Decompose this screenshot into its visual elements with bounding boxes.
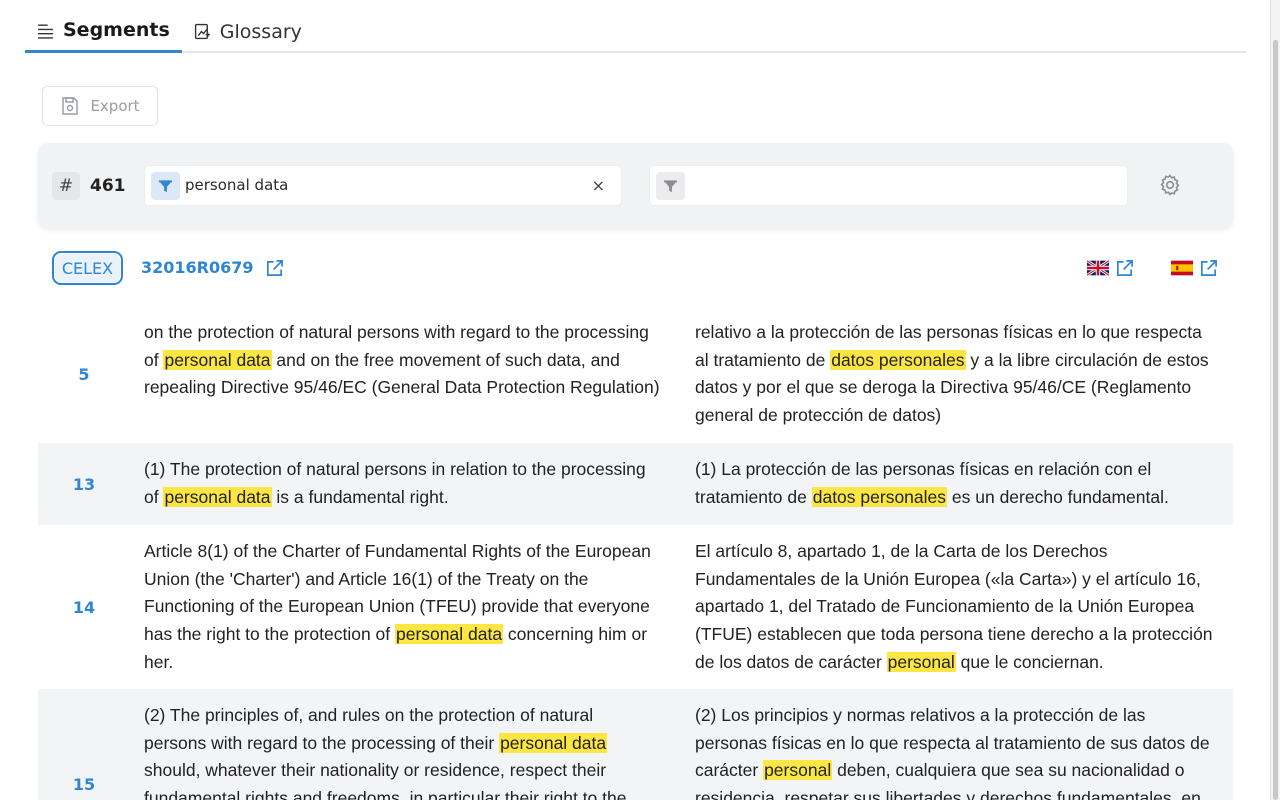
source-text: Article 8(1) of the Charter of Fundament…	[144, 538, 674, 677]
search-highlight: datos personales	[830, 349, 966, 370]
text-line: relativo a la protección de las personas…	[695, 322, 1202, 342]
celex-id-link[interactable]: 32016R0679	[141, 258, 254, 277]
clear-filter-icon[interactable]: ×	[592, 176, 605, 195]
text-line: (1) The protection of natural persons in…	[144, 459, 646, 479]
text-line: her.	[144, 651, 174, 672]
uk-flag-icon	[1087, 260, 1109, 276]
tab-bar: Segments Glossary	[25, 10, 1246, 53]
list-icon	[38, 23, 53, 39]
search-highlight: personal	[886, 651, 956, 672]
target-filter-input[interactable]	[649, 165, 1128, 206]
segment-row[interactable]: 5 on the protection of natural persons w…	[38, 306, 1233, 443]
source-text: (1) The protection of natural persons in…	[144, 456, 674, 511]
text-line: El artículo 8, apartado 1, de la Carta d…	[695, 541, 1108, 561]
text-line: de los datos de carácter personal que le…	[695, 651, 1104, 672]
page-scrollbar[interactable]	[1270, 0, 1280, 800]
text-line: Functioning of the European Union (TFEU)…	[144, 596, 650, 617]
tab-segments[interactable]: Segments	[25, 10, 182, 53]
segment-row[interactable]: 14 Article 8(1) of the Charter of Fundam…	[38, 525, 1233, 689]
text-line: residencia, respetar sus libertades y de…	[695, 788, 1201, 800]
text-line: Fundamentales de la Unión Europea («la C…	[695, 568, 1201, 589]
segment-list: 5 on the protection of natural persons w…	[38, 306, 1233, 800]
hash-icon: #	[52, 172, 80, 200]
text-line: repealing Directive 95/46/EC (General Da…	[144, 377, 660, 398]
text-line: fundamental rights and freedoms, in part…	[144, 788, 627, 800]
tab-label: Glossary	[219, 20, 302, 43]
external-link-icon[interactable]	[265, 259, 284, 278]
source-filter-value[interactable]: personal data	[185, 176, 288, 194]
text-line: of personal data is a fundamental right.	[144, 486, 449, 507]
text-line: should, whatever their nationality or re…	[144, 760, 607, 781]
target-text: (1) La protección de las personas física…	[695, 456, 1225, 511]
segment-row[interactable]: 13 (1) The protection of natural persons…	[38, 443, 1233, 525]
segment-row[interactable]: 15 (2) The principles of, and rules on t…	[38, 689, 1233, 800]
search-highlight: personal data	[163, 486, 272, 507]
text-line: (TFUE) establecen que toda persona tiene…	[695, 624, 1213, 645]
search-highlight: datos personales	[811, 486, 948, 507]
text-line: Article 8(1) of the Charter of Fundament…	[144, 541, 651, 561]
filter-icon[interactable]	[656, 172, 685, 200]
tab-label: Segments	[63, 19, 170, 41]
save-icon	[62, 97, 79, 115]
text-line: (1) La protección de las personas física…	[695, 459, 1152, 479]
external-link-icon[interactable]	[1199, 259, 1218, 278]
search-highlight: personal	[763, 760, 833, 781]
document-header: CELEX 32016R0679	[52, 251, 1232, 285]
count-value: 461	[90, 176, 126, 196]
source-text: on the protection of natural persons wit…	[144, 319, 674, 402]
text-line: general de protección de datos)	[695, 405, 942, 426]
scrollbar-thumb[interactable]	[1273, 40, 1278, 800]
gear-icon[interactable]	[1158, 173, 1182, 197]
text-line: (2) The principles of, and rules on the …	[144, 705, 594, 725]
external-link-icon[interactable]	[1115, 259, 1134, 278]
filter-icon[interactable]	[151, 172, 180, 200]
export-label: Export	[90, 97, 140, 115]
text-line: tratamiento de datos personales es un de…	[695, 486, 1169, 507]
tab-glossary[interactable]: Glossary	[182, 10, 314, 53]
segment-count: # 461	[52, 171, 126, 201]
segment-number: 13	[72, 474, 96, 494]
search-highlight: personal data	[163, 349, 272, 370]
text-line: Union (the 'Charter') and Article 16(1) …	[144, 568, 589, 589]
text-line: personas físicas en lo que respecta al t…	[695, 732, 1210, 753]
search-highlight: personal data	[499, 732, 608, 753]
text-line: persons with regard to the processing of…	[144, 732, 608, 753]
text-line: apartado 1, del Tratado de Funcionamient…	[695, 596, 1195, 617]
target-text: (2) Los principios y normas relativos a …	[695, 702, 1225, 800]
target-text: El artículo 8, apartado 1, de la Carta d…	[695, 538, 1225, 677]
text-line: (2) Los principios y normas relativos a …	[695, 705, 1146, 725]
es-flag-icon	[1171, 260, 1193, 276]
source-text: (2) The principles of, and rules on the …	[144, 702, 674, 800]
segment-number: 15	[72, 775, 96, 794]
search-highlight: personal data	[395, 624, 504, 645]
glossary-icon	[194, 23, 210, 40]
text-line: of personal data and on the free movemen…	[144, 349, 620, 370]
segment-number: 5	[78, 365, 90, 384]
filter-bar: # 461 personal data ×	[38, 143, 1233, 228]
celex-badge: CELEX	[52, 251, 123, 285]
source-filter-input[interactable]: personal data ×	[144, 165, 622, 206]
export-button[interactable]: Export	[42, 86, 158, 126]
text-line: carácter personal deben, cualquiera que …	[695, 760, 1185, 781]
text-line: has the right to the protection of perso…	[144, 624, 648, 645]
text-line: datos y por el que se deroga la Directiv…	[695, 377, 1192, 398]
target-text: relativo a la protección de las personas…	[695, 319, 1225, 430]
text-line: al tratamiento de datos personales y a l…	[695, 349, 1209, 370]
segment-number: 14	[72, 597, 96, 617]
text-line: on the protection of natural persons wit…	[144, 322, 649, 342]
